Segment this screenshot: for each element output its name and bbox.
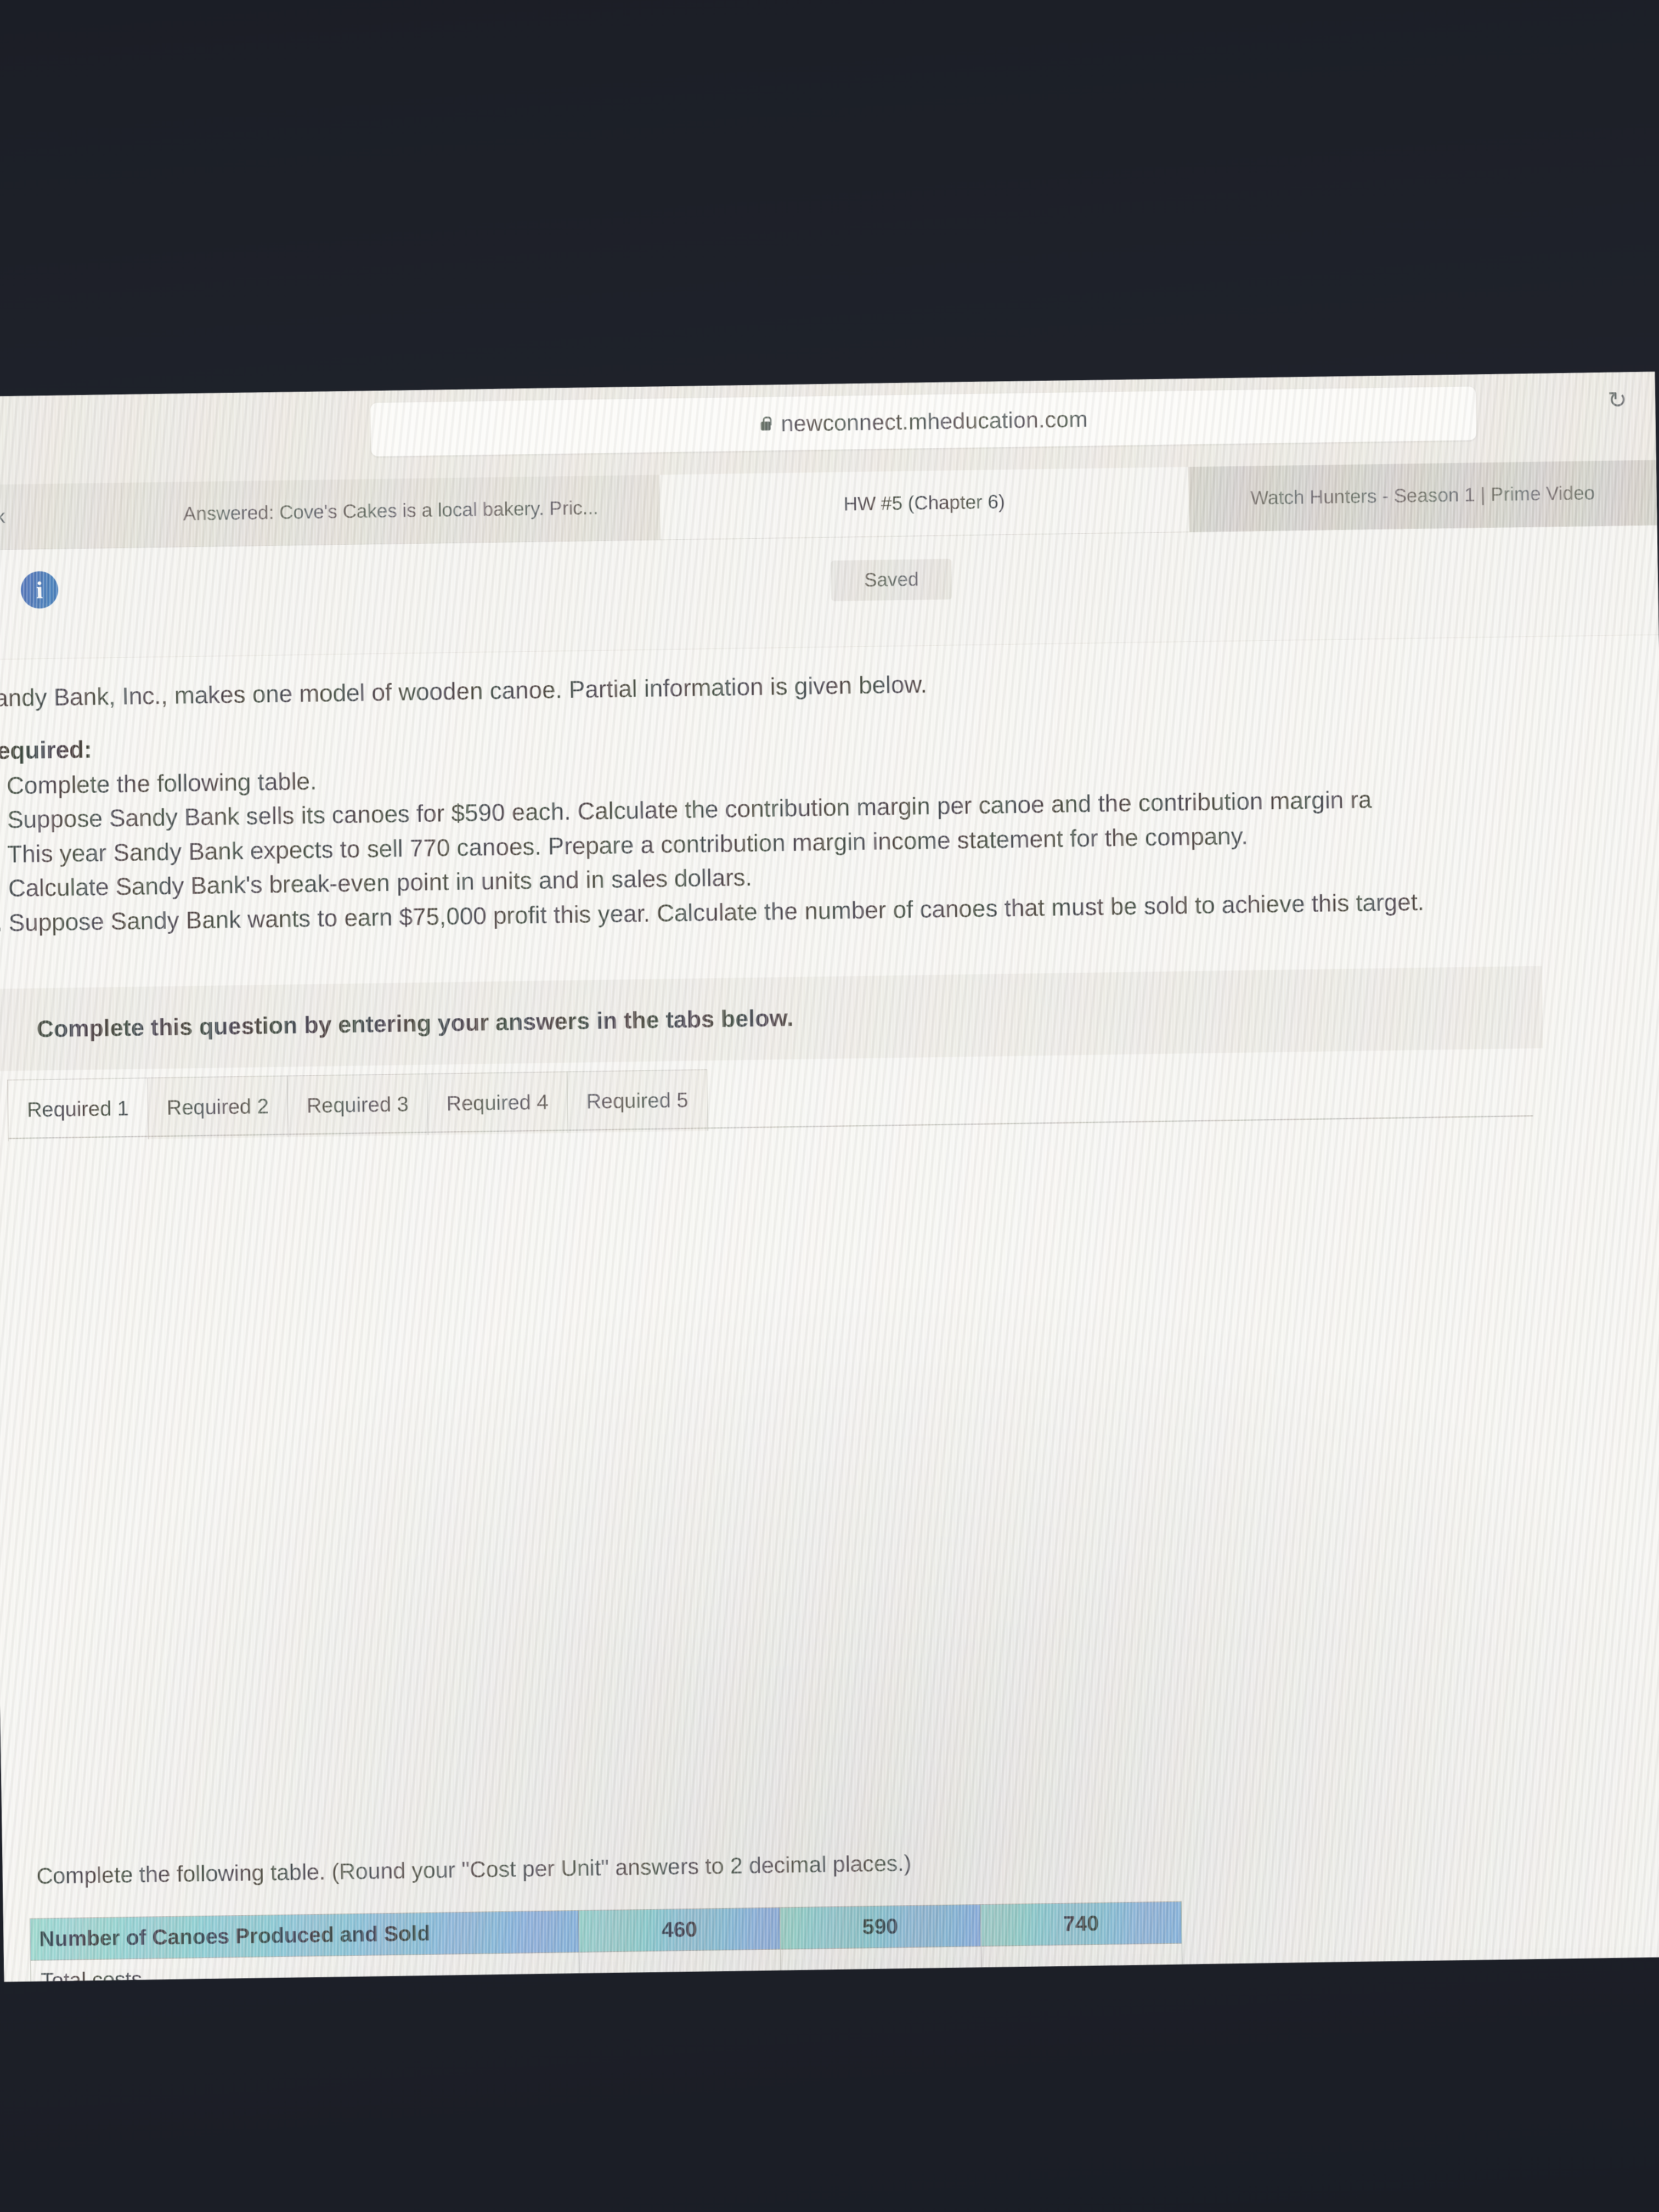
tab-label: Required 5 — [586, 1088, 689, 1114]
table-header-col-2: 740 — [980, 1901, 1182, 1946]
table-header-label: Number of Canoes Produced and Sold — [30, 1910, 579, 1961]
requirement-text: Complete the following table. — [6, 768, 317, 800]
instruction-banner: Complete this question by entering your … — [0, 966, 1543, 1071]
browser-tab[interactable]: Watch Hunters - Season 1 | Prime Video — [1188, 460, 1657, 532]
tab-required-3[interactable]: Required 3 — [286, 1073, 428, 1137]
status-badge: Saved — [831, 558, 952, 601]
table-header-col-1: 590 — [779, 1904, 981, 1949]
info-icon[interactable]: i — [20, 571, 59, 609]
url-text: newconnect.mheducation.com — [781, 406, 1088, 436]
address-bar[interactable]: newconnect.mheducation.com — [370, 386, 1477, 457]
table-instruction-main: Complete the following table. — [36, 1859, 326, 1889]
requirement-number: 2. — [0, 807, 1, 834]
question-intro: Sandy Bank, Inc., makes one model of woo… — [0, 671, 928, 712]
browser-chrome: newconnect.mheducation.com ↻ k Answered:… — [0, 371, 1657, 550]
browser-tab-active[interactable]: HW #5 (Chapter 6) — [659, 467, 1190, 540]
tab-label: Required 3 — [306, 1093, 409, 1118]
instruction-banner-text: Complete this question by entering your … — [36, 1005, 794, 1042]
browser-tab[interactable]: k — [0, 482, 123, 550]
table-instruction-note: (Round your "Cost per Unit" answers to 2… — [331, 1850, 912, 1884]
tab-label: Required 4 — [446, 1091, 549, 1116]
tab-label: Required 1 — [26, 1097, 129, 1122]
browser-tab-title: Answered: Cove's Cakes is a local bakery… — [183, 497, 599, 525]
requirement-number: 5. — [0, 910, 3, 937]
reload-icon[interactable]: ↻ — [1606, 387, 1629, 413]
table-header-col-0: 460 — [578, 1907, 781, 1953]
required-heading: Required: — [0, 736, 93, 765]
tab-label: Required 2 — [166, 1095, 269, 1120]
tab-required-4[interactable]: Required 4 — [426, 1071, 568, 1135]
browser-tab-title: k — [0, 506, 5, 528]
tab-required-5[interactable]: Required 5 — [566, 1069, 708, 1133]
browser-tab-title: Watch Hunters - Season 1 | Prime Video — [1250, 482, 1595, 509]
tab-required-2[interactable]: Required 2 — [147, 1075, 289, 1139]
tab-required-1[interactable]: Required 1 — [7, 1077, 149, 1142]
laptop-screen: newconnect.mheducation.com ↻ k Answered:… — [0, 371, 1659, 1982]
requirement-number: 4. — [0, 875, 2, 903]
requirements-list: 1. Complete the following table. 2. Supp… — [0, 745, 1639, 941]
requirement-number: 3. — [0, 841, 2, 868]
question-content: Sandy Bank, Inc., makes one model of woo… — [0, 635, 1659, 1982]
lock-icon — [759, 415, 772, 432]
browser-tab[interactable]: Answered: Cove's Cakes is a local bakery… — [122, 475, 661, 548]
browser-tab-title: HW #5 (Chapter 6) — [843, 491, 1005, 515]
table-instruction: Complete the following table. (Round you… — [36, 1850, 911, 1889]
